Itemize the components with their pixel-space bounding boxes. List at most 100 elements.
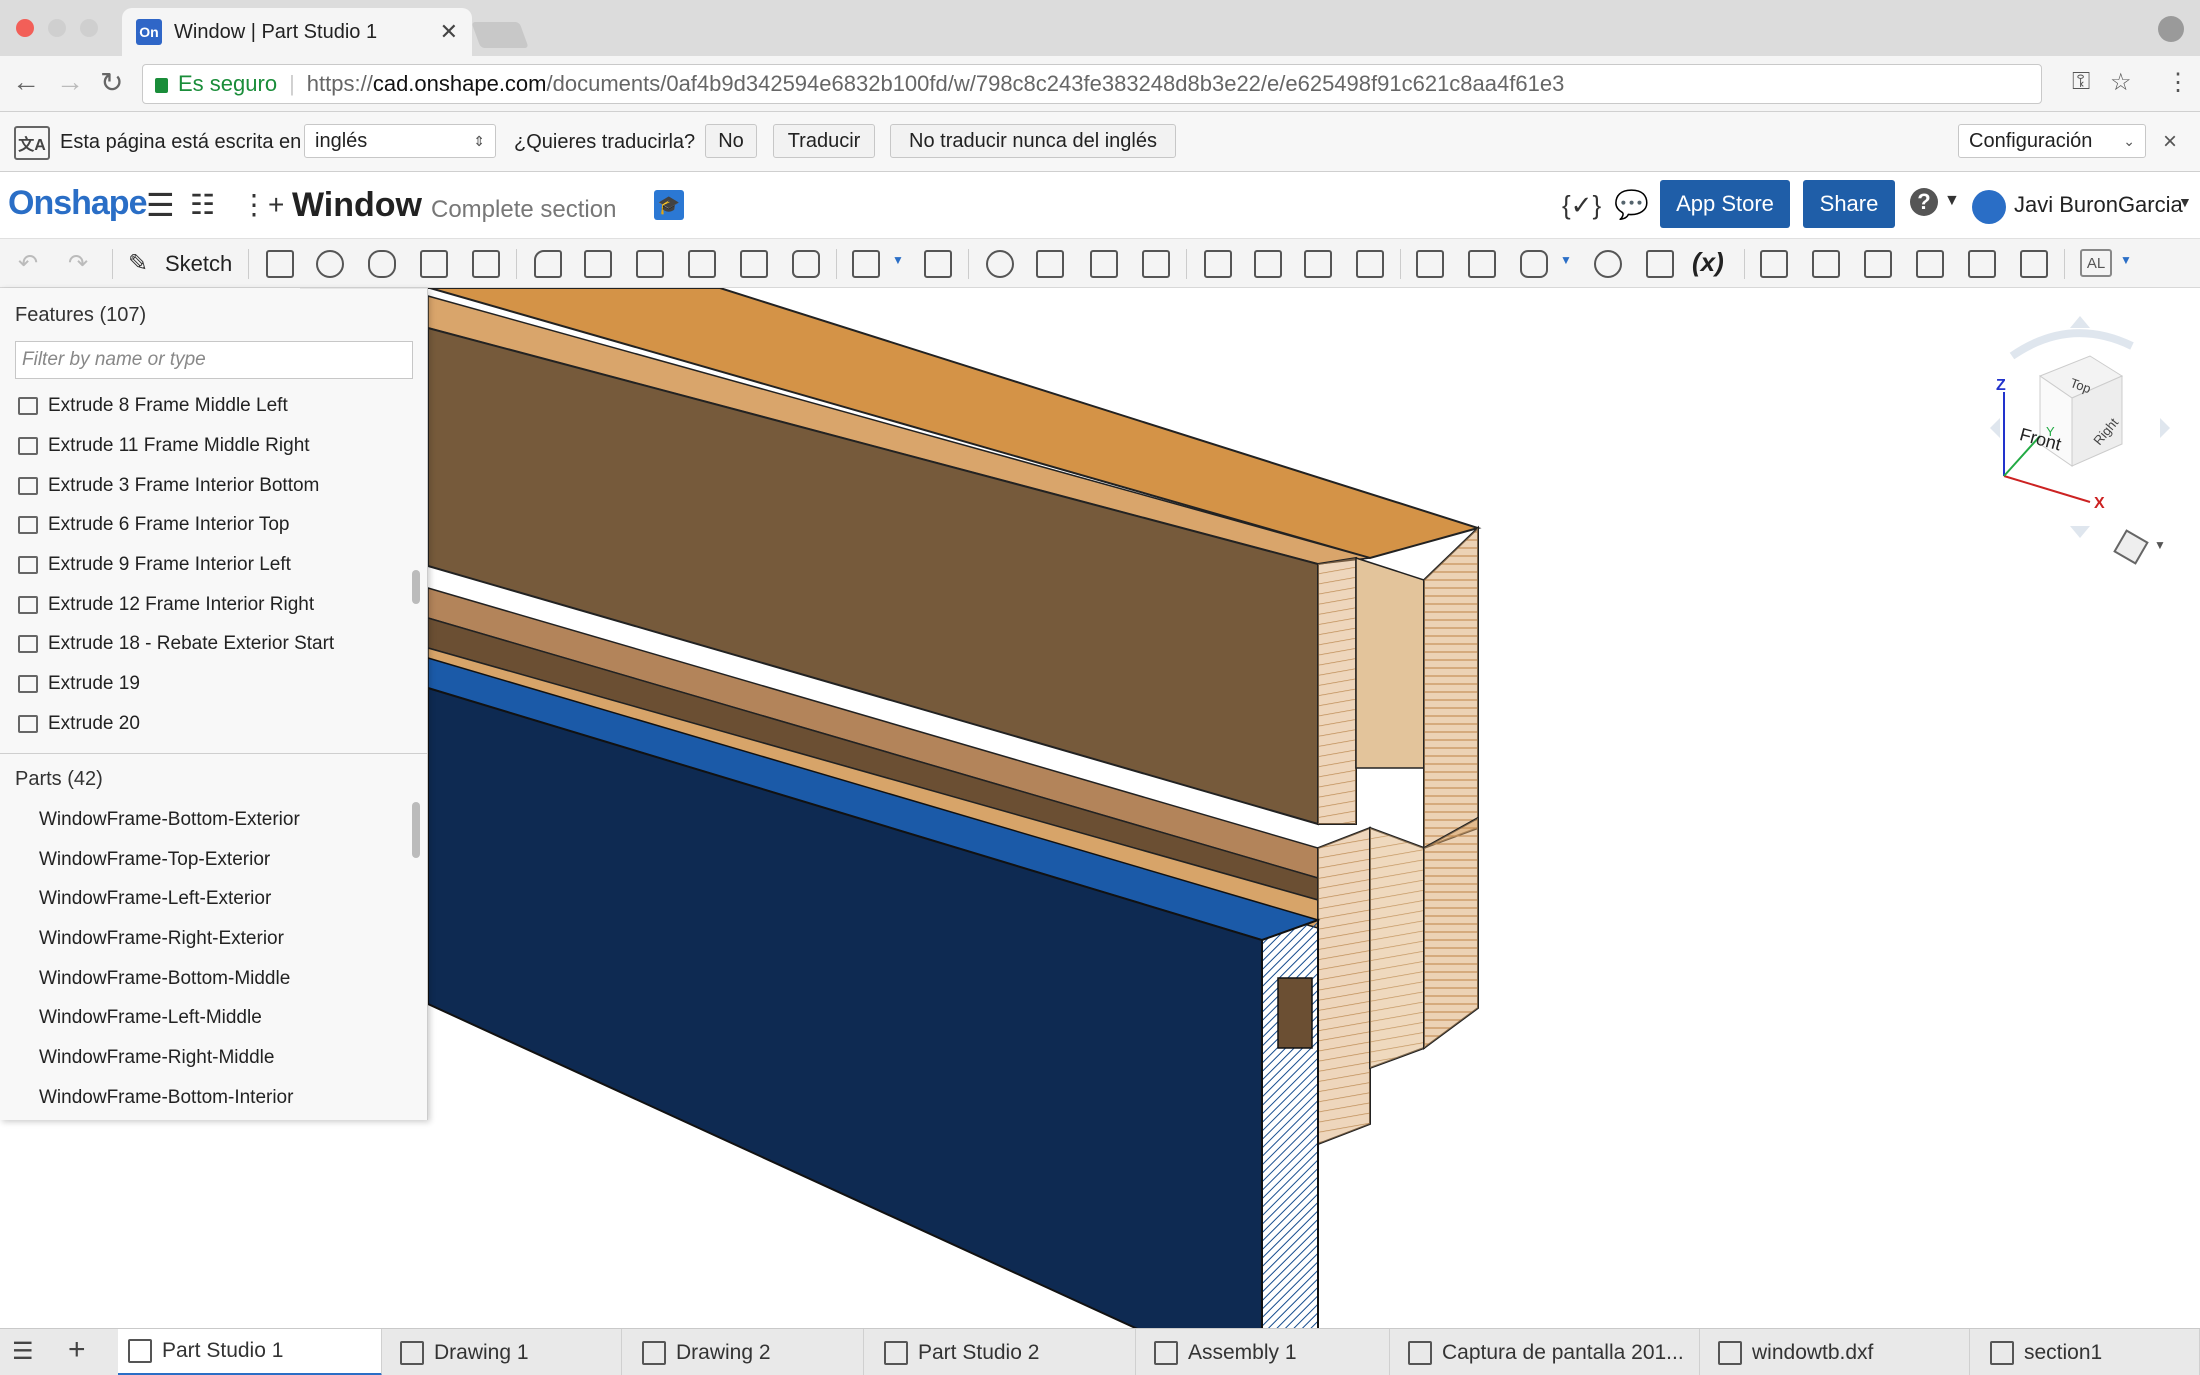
- hamburger-menu-icon[interactable]: ☰: [146, 186, 175, 224]
- redo-icon[interactable]: ↷: [68, 249, 88, 278]
- configure-icon[interactable]: [1646, 250, 1674, 278]
- maximize-window-button[interactable]: [80, 19, 98, 37]
- tab-part-studio-2[interactable]: Part Studio 2: [874, 1329, 1136, 1375]
- features-scrollbar[interactable]: [412, 570, 420, 604]
- offset-surface-icon[interactable]: [1416, 250, 1444, 278]
- close-window-button[interactable]: [16, 19, 34, 37]
- translate-config-select[interactable]: Configuración ⌄: [1958, 124, 2146, 158]
- boolean-icon[interactable]: [986, 250, 1014, 278]
- rotate-arrow-icon[interactable]: [2009, 329, 2134, 360]
- variable-button[interactable]: (x): [1692, 247, 1724, 278]
- reload-icon[interactable]: ↻: [100, 66, 123, 99]
- feature-item[interactable]: Extrude 19: [18, 667, 140, 701]
- url-field[interactable]: Es seguro | https:// cad.onshape.com /do…: [142, 64, 2042, 104]
- shell-icon[interactable]: [740, 250, 768, 278]
- delete-face-icon[interactable]: [1254, 250, 1282, 278]
- part-item[interactable]: WindowFrame-Bottom-Interior: [39, 1081, 293, 1115]
- pencil-icon[interactable]: ✎: [128, 249, 148, 278]
- split-icon[interactable]: [1036, 250, 1064, 278]
- sketch-button[interactable]: Sketch: [165, 251, 232, 277]
- part-item[interactable]: WindowFrame-Left-Middle: [39, 1001, 262, 1035]
- joint-icon[interactable]: [1916, 250, 1944, 278]
- helix-icon[interactable]: [1520, 250, 1548, 278]
- feature-list-icon[interactable]: ☷: [190, 188, 215, 221]
- plane-icon[interactable]: [1468, 250, 1496, 278]
- translate-close-icon[interactable]: ×: [2163, 128, 2177, 156]
- custom-feature-button[interactable]: AL: [2080, 249, 2112, 277]
- view-options-chevron-icon[interactable]: ▼: [2154, 538, 2166, 552]
- feature-item[interactable]: Extrude 6 Frame Interior Top: [18, 508, 289, 542]
- tab-section1[interactable]: section1: [1980, 1329, 2200, 1375]
- move-face-icon[interactable]: [1304, 250, 1332, 278]
- education-icon[interactable]: 🎓: [654, 190, 684, 220]
- sweep-icon[interactable]: [368, 250, 396, 278]
- delete-part-icon[interactable]: [1142, 250, 1170, 278]
- help-icon[interactable]: ?: [1910, 188, 1938, 216]
- chamfer-icon[interactable]: [584, 250, 612, 278]
- browser-tab[interactable]: On Window | Part Studio 1 ✕: [122, 8, 472, 56]
- down-arrow-icon[interactable]: [2070, 526, 2090, 538]
- part-item[interactable]: WindowFrame-Left-Exterior: [39, 882, 271, 916]
- part-item[interactable]: WindowFrame-Top-Exterior: [39, 843, 270, 877]
- app-store-button[interactable]: App Store: [1660, 180, 1790, 228]
- share-button[interactable]: Share: [1803, 180, 1895, 228]
- language-select[interactable]: inglés ⇕: [304, 124, 496, 158]
- feature-item[interactable]: Extrude 8 Frame Middle Left: [18, 389, 288, 423]
- view-cube[interactable]: Z X Y Top Front Right: [1990, 316, 2190, 556]
- tab-drawing-1[interactable]: Drawing 1: [390, 1329, 622, 1375]
- sheet-metal-icon[interactable]: [1760, 250, 1788, 278]
- part-item[interactable]: WindowFrame-Bottom-Middle: [39, 962, 290, 996]
- up-arrow-icon[interactable]: [2070, 316, 2090, 328]
- tab-manager-icon[interactable]: ☰: [12, 1337, 34, 1366]
- bookmark-star-icon[interactable]: ☆: [2110, 68, 2132, 97]
- thicken-icon[interactable]: [472, 250, 500, 278]
- browser-menu-icon[interactable]: ⋮: [2166, 68, 2190, 97]
- replace-face-icon[interactable]: [1356, 250, 1384, 278]
- extrude-icon[interactable]: [266, 250, 294, 278]
- add-tab-icon[interactable]: +: [68, 1333, 86, 1367]
- corner-icon[interactable]: [1968, 250, 1996, 278]
- translate-button[interactable]: Traducir: [773, 124, 875, 158]
- forward-arrow-icon[interactable]: →: [56, 66, 84, 98]
- loft-icon[interactable]: [420, 250, 448, 278]
- left-arrow-icon[interactable]: [1990, 418, 2000, 438]
- flange-icon[interactable]: [1812, 250, 1840, 278]
- back-arrow-icon[interactable]: ←: [12, 66, 40, 98]
- pattern-dropdown-icon[interactable]: ▼: [892, 253, 904, 267]
- modify-fillet-icon[interactable]: [1204, 250, 1232, 278]
- onshape-logo[interactable]: Onshape: [8, 184, 147, 223]
- feature-item[interactable]: Extrude 3 Frame Interior Bottom: [18, 469, 319, 503]
- feature-item[interactable]: Extrude 12 Frame Interior Right: [18, 588, 314, 622]
- user-chevron-icon[interactable]: ▼: [2178, 194, 2192, 210]
- profile-icon[interactable]: [2158, 16, 2184, 42]
- feature-item[interactable]: Extrude 9 Frame Interior Left: [18, 548, 291, 582]
- mirror-icon[interactable]: [924, 250, 952, 278]
- parts-scrollbar[interactable]: [412, 802, 420, 858]
- tab-assembly-1[interactable]: Assembly 1: [1144, 1329, 1390, 1375]
- no-button[interactable]: No: [705, 124, 757, 158]
- helix-dropdown-icon[interactable]: ▼: [1560, 253, 1572, 267]
- variables-icon[interactable]: {✓}: [1562, 190, 1601, 221]
- never-translate-button[interactable]: No traducir nunca del inglés: [890, 124, 1176, 158]
- rib-icon[interactable]: [688, 250, 716, 278]
- transform-icon[interactable]: [1090, 250, 1118, 278]
- part-item[interactable]: WindowFrame-Right-Middle: [39, 1041, 274, 1075]
- finish-sheet-metal-icon[interactable]: [2020, 250, 2048, 278]
- insert-icon[interactable]: ⋮+: [240, 188, 284, 221]
- avatar[interactable]: [1972, 190, 2006, 224]
- filter-input[interactable]: Filter by name or type: [15, 341, 413, 379]
- pattern-icon[interactable]: [852, 250, 880, 278]
- feature-item[interactable]: Extrude 18 - Rebate Exterior Start: [18, 627, 334, 661]
- minimize-window-button[interactable]: [48, 19, 66, 37]
- tab-close-icon[interactable]: ✕: [440, 19, 458, 45]
- mate-connector-icon[interactable]: [1594, 250, 1622, 278]
- revolve-icon[interactable]: [316, 250, 344, 278]
- help-chevron-icon[interactable]: ▼: [1944, 192, 1960, 210]
- tab-captura[interactable]: Captura de pantalla 201...: [1398, 1329, 1700, 1375]
- new-tab-button[interactable]: [471, 22, 529, 48]
- hole-icon[interactable]: [792, 250, 820, 278]
- feature-item[interactable]: Extrude 20: [18, 707, 140, 741]
- fillet-icon[interactable]: [534, 250, 562, 278]
- tab-drawing-2[interactable]: Drawing 2: [632, 1329, 864, 1375]
- tab-windowtb-dxf[interactable]: windowtb.dxf: [1708, 1329, 1970, 1375]
